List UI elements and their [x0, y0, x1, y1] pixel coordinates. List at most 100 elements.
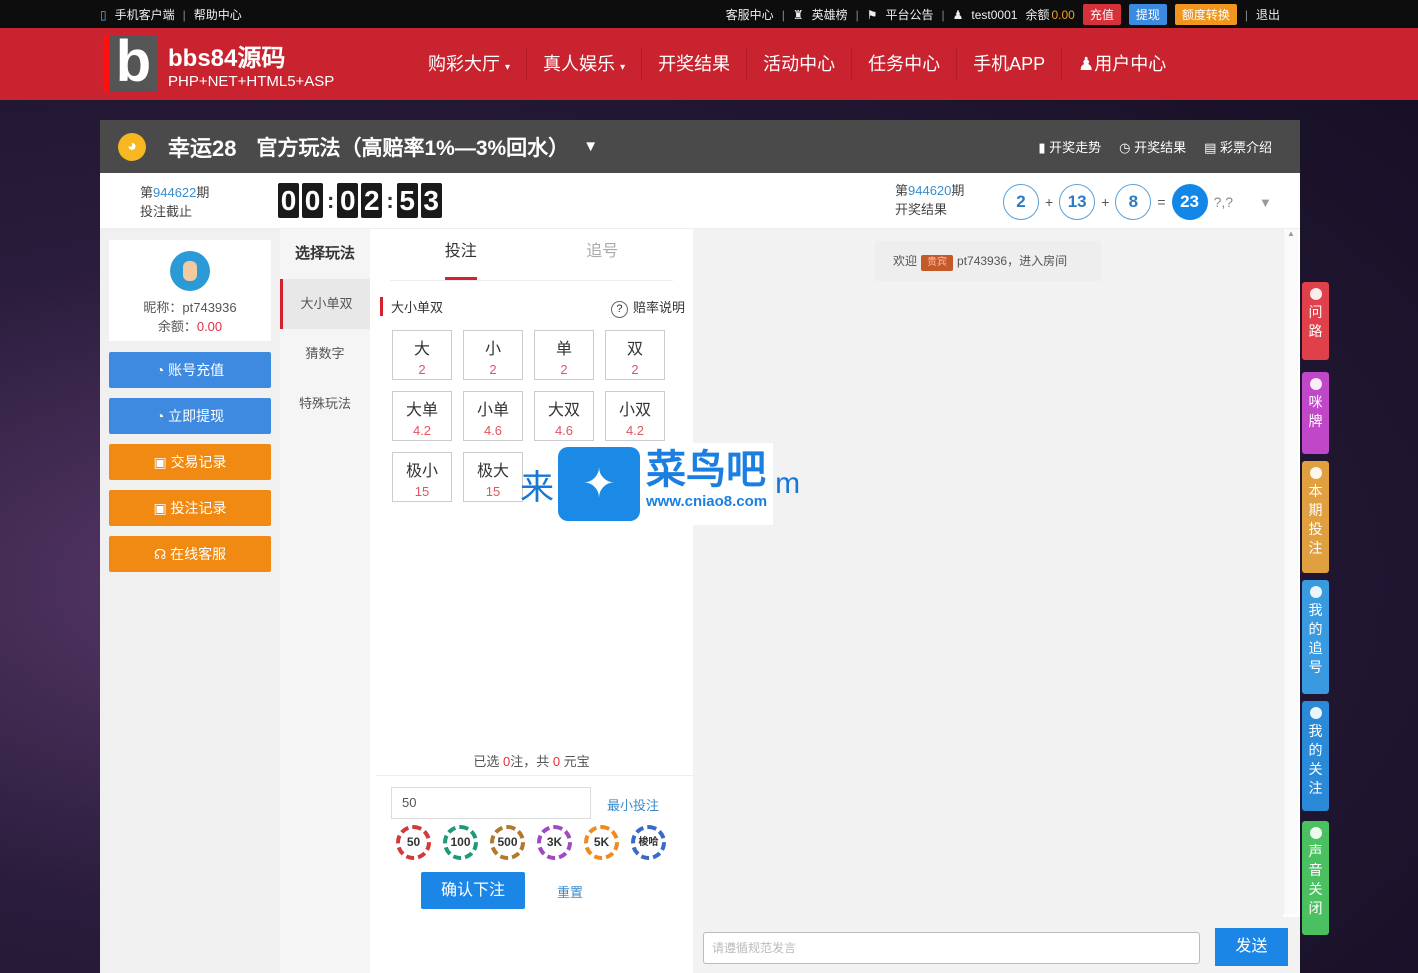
side-tab-5[interactable]: 声音关闭 — [1302, 821, 1329, 935]
bet-amount-input[interactable]: 50 — [391, 787, 591, 819]
side-tab-4[interactable]: 我的关注 — [1302, 701, 1329, 811]
side-tab-icon — [1309, 288, 1322, 300]
results-link[interactable]: ◷ 开奖结果 — [1119, 137, 1186, 156]
heroes-link[interactable]: 英雄榜 — [812, 6, 848, 23]
option-name: 大单 — [405, 402, 438, 419]
chat-message: 欢迎 贵宾 pt743936，进入房间 — [875, 241, 1101, 281]
username[interactable]: test0001 — [971, 8, 1017, 22]
notice-link[interactable]: 平台公告 — [885, 6, 933, 23]
trophy-icon: ♜ — [792, 7, 804, 22]
side-tab-2[interactable]: 本期投注 — [1302, 461, 1329, 573]
min-bet-link[interactable]: 最小投注 — [607, 795, 659, 814]
tab-chase[interactable]: 追号 — [532, 229, 674, 280]
option-odds: 2 — [631, 362, 639, 377]
result-ball: 2 — [1003, 184, 1039, 220]
send-button[interactable]: 发送 — [1215, 928, 1288, 966]
withdraw-button[interactable]: 提现 — [1128, 4, 1167, 25]
option-name: 大 — [413, 341, 430, 358]
play-item-special[interactable]: 特殊玩法 — [280, 379, 370, 429]
online-service-button[interactable]: ☊ 在线客服 — [109, 536, 271, 572]
chip-5[interactable]: 梭哈 — [631, 825, 666, 860]
play-item-guess-number[interactable]: 猜数字 — [280, 329, 370, 379]
result-sum: 23 — [1171, 184, 1208, 220]
logout-link[interactable]: 退出 — [1256, 6, 1280, 23]
expand-icon[interactable]: ▼ — [1259, 195, 1272, 210]
help-link[interactable]: 帮助中心 — [194, 6, 242, 23]
game-mode[interactable]: 官方玩法（高赔率1%—3%回水） — [256, 132, 569, 162]
result-ball: 8 — [1115, 184, 1152, 220]
last-issue: 第944620期 开奖结果 — [895, 183, 965, 217]
bet-option[interactable]: 单2 — [534, 330, 594, 380]
option-name: 大双 — [547, 402, 580, 419]
caret-down-icon: ▾ — [505, 62, 511, 73]
mobile-client-link[interactable]: 手机客户端 — [115, 6, 175, 23]
nav-results[interactable]: 开奖结果 — [642, 48, 748, 80]
game-title-bar: ◕ 幸运28 官方玩法（高赔率1%—3%回水） ▼ ▮ 开奖走势 ◷ 开奖结果 … — [100, 120, 1300, 173]
side-tab-3[interactable]: 我的追号 — [1302, 580, 1329, 694]
recharge-button[interactable]: 充值 — [1082, 4, 1121, 25]
option-odds: 4.6 — [554, 423, 574, 438]
bet-option[interactable]: 大2 — [392, 330, 452, 380]
intro-link[interactable]: ▤ 彩票介绍 — [1204, 137, 1272, 156]
confirm-bet-button[interactable]: 确认下注 — [421, 872, 525, 909]
current-issue: 第944622期 投注截止 — [140, 185, 210, 219]
countdown-timer: 00: 02: 53 — [278, 183, 445, 218]
chip-2[interactable]: 500 — [490, 825, 525, 860]
option-name: 小 — [484, 341, 501, 358]
logo-mark: b — [103, 33, 158, 92]
option-odds: 2 — [560, 362, 568, 377]
nav-activities[interactable]: 活动中心 — [747, 48, 853, 80]
logo[interactable]: b bbs84源码 PHP+NET+HTML5+ASP — [103, 33, 334, 92]
withdraw-now-button[interactable]: ◔ 立即提现 — [109, 398, 271, 434]
bet-option[interactable]: 小单 4.6 — [463, 391, 523, 441]
nav-user-center[interactable]: ♟用户中心 — [1062, 48, 1182, 80]
nav-mobile-app[interactable]: 手机APP — [957, 48, 1063, 80]
bet-option[interactable]: 极大 15 — [463, 452, 523, 502]
convert-button[interactable]: 额度转换 — [1174, 4, 1237, 25]
chat-scrollbar[interactable]: ▲ — [1283, 229, 1298, 914]
bet-option[interactable]: 极小 15 — [392, 452, 452, 502]
side-tab-icon — [1309, 586, 1322, 598]
game-name: 幸运28 — [168, 135, 237, 161]
side-tab-icon — [1309, 827, 1322, 839]
side-tab-icon — [1309, 707, 1322, 719]
nav-tasks[interactable]: 任务中心 — [852, 48, 958, 80]
service-link[interactable]: 客服中心 — [726, 6, 774, 23]
logo-text: bbs84源码 — [168, 45, 286, 72]
nav-live-casino[interactable]: 真人娱乐 ▾ — [527, 48, 643, 80]
watermark-logo: 来 ✦ 菜鸟吧 www.cniao8.com m — [520, 443, 880, 525]
transactions-button[interactable]: ▣ 交易记录 — [109, 444, 271, 480]
question-icon: ? — [610, 301, 628, 318]
game-icon: ◕ — [118, 132, 146, 161]
reset-button[interactable]: 重置 — [557, 882, 583, 901]
play-item-big-small[interactable]: 大小单双 — [280, 279, 370, 329]
option-odds: 4.6 — [483, 423, 503, 438]
chip-3[interactable]: 3K — [537, 825, 572, 860]
user-icon: ♟ — [952, 7, 964, 22]
recharge-account-button[interactable]: ◔ 账号充值 — [109, 352, 271, 388]
bet-records-button[interactable]: ▣ 投注记录 — [109, 490, 271, 526]
tab-bet[interactable]: 投注 — [390, 229, 532, 280]
draw-info: 第944622期 投注截止 00: 02: 53 第944620期 开奖结果 2 + … — [100, 173, 1300, 229]
bet-option[interactable]: 大单 4.2 — [392, 391, 452, 441]
bet-option[interactable]: 小2 — [463, 330, 523, 380]
chip-1[interactable]: 100 — [443, 825, 478, 860]
option-odds: 4.2 — [412, 423, 432, 438]
nav-lottery-hall[interactable]: 购彩大厅 ▾ — [412, 48, 528, 80]
chip-4[interactable]: 5K — [584, 825, 619, 860]
side-tab-0[interactable]: 问路 — [1302, 282, 1329, 360]
bet-option[interactable]: 小双 4.2 — [605, 391, 665, 441]
result-ball: 13 — [1059, 184, 1096, 220]
chat-input[interactable]: 请遵循规范发言 — [703, 932, 1200, 964]
top-bar: ▯ 手机客户端 | 帮助中心 客服中心 | ♜ 英雄榜 | ⚑ 平台公告 | ♟ test00… — [0, 0, 1418, 28]
bet-option[interactable]: 大双 4.6 — [534, 391, 594, 441]
trend-link[interactable]: ▮ 开奖走势 — [1038, 137, 1101, 156]
option-odds: 2 — [418, 362, 426, 377]
caret-down-icon[interactable]: ▼ — [583, 138, 598, 155]
side-tab-1[interactable]: 咪牌 — [1302, 372, 1329, 454]
chip-0[interactable]: 50 — [396, 825, 431, 860]
bet-option[interactable]: 双2 — [605, 330, 665, 380]
option-name: 小双 — [618, 402, 651, 419]
odds-help-link[interactable]: ? 赔率说明 — [610, 297, 685, 318]
user-card: 昵称：pt743936 余额：0.00 — [109, 240, 271, 341]
